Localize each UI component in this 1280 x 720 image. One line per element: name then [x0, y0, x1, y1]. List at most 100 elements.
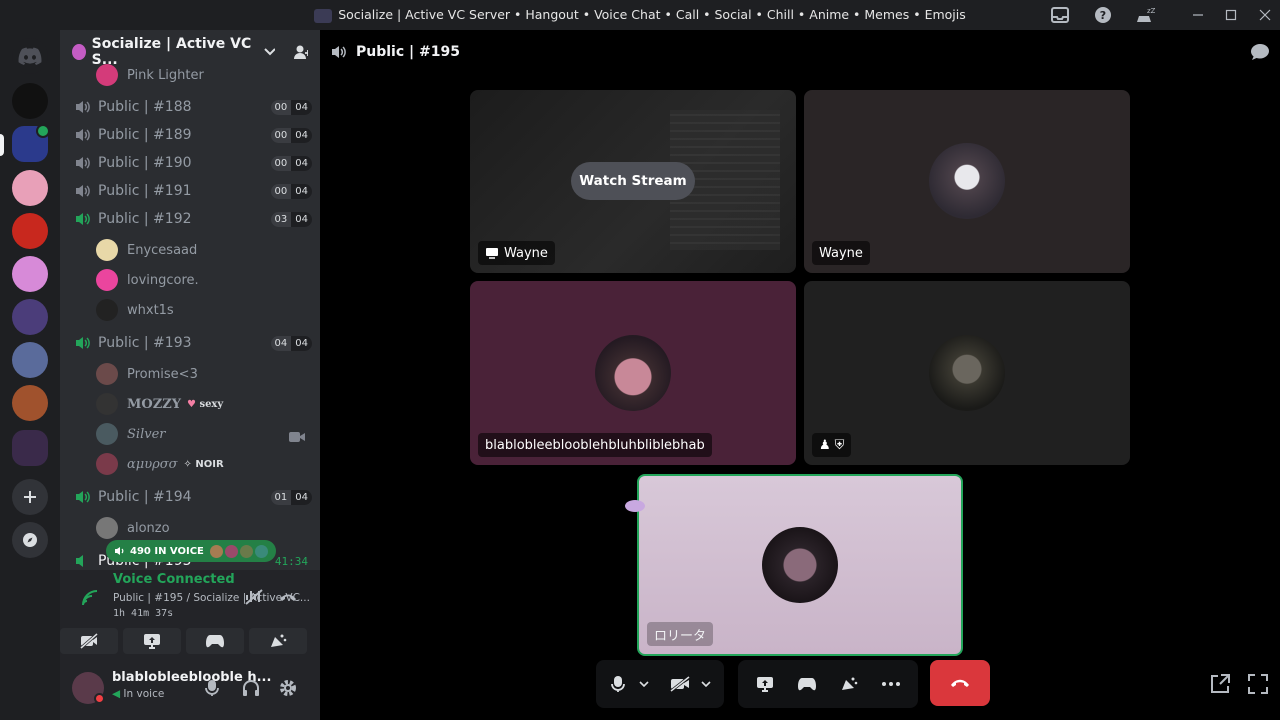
noise-suppression-icon[interactable] [244, 588, 264, 610]
svg-text:?: ? [1100, 9, 1106, 22]
sleep-mode-icon[interactable]: zZ [1130, 0, 1160, 30]
settings-button[interactable] [272, 672, 304, 704]
minimize-icon[interactable] [1183, 0, 1213, 30]
speaker-icon [76, 185, 90, 197]
screen-share-button[interactable] [749, 668, 781, 700]
activities-button[interactable] [791, 668, 823, 700]
screen-share-button[interactable] [123, 628, 181, 654]
voice-channel-194[interactable]: Public | #194 01 04 [68, 485, 312, 509]
voice-status[interactable]: Voice Connected [113, 572, 235, 587]
server-avatar[interactable] [12, 385, 48, 421]
server-folder[interactable] [12, 430, 48, 466]
mic-button[interactable] [196, 672, 228, 704]
soundboard-button[interactable] [249, 628, 307, 654]
headphones-button[interactable] [235, 672, 267, 704]
selected-server-indicator [0, 134, 4, 156]
participant-tile[interactable]: ♟ ⛨ [804, 281, 1130, 465]
voice-user[interactable]: lovingcore. [96, 267, 199, 293]
mic-options-button[interactable] [634, 668, 654, 700]
channel-name: Public | #190 [98, 155, 192, 171]
chevron-down-icon [701, 681, 711, 687]
invite-people-icon[interactable] [293, 44, 308, 60]
activities-button[interactable] [186, 628, 244, 654]
speaking-participant-tile[interactable]: ロリータ [637, 474, 963, 656]
voice-channel-191[interactable]: Public | #191 00 04 [68, 179, 312, 203]
disconnect-icon[interactable] [278, 588, 298, 610]
speaker-badge-icon [36, 124, 50, 138]
participant-tile[interactable]: blablobleeblooblehbluhbliblebhab [470, 281, 796, 465]
explore-icon[interactable] [12, 522, 48, 558]
add-server-icon[interactable] [12, 479, 48, 515]
channel-header: Public | #195 [320, 30, 1280, 74]
server-avatar-socialize[interactable] [12, 124, 50, 162]
voice-user[interactable]: whxt1s [96, 297, 174, 323]
user-count: 00 [270, 99, 292, 115]
server-avatar[interactable] [12, 256, 48, 292]
voice-channel-188[interactable]: Public | #188 00 04 [68, 95, 312, 119]
pop-out-icon[interactable] [1210, 674, 1230, 698]
in-voice-pill[interactable]: 490 IN VOICE [106, 540, 276, 562]
participant-name: blablobleeblooblehbluhbliblebhab [485, 437, 705, 453]
camera-options-button[interactable] [696, 668, 716, 700]
camera-button[interactable] [664, 668, 696, 700]
fullscreen-icon[interactable] [1248, 674, 1268, 698]
server-avatar[interactable] [12, 170, 48, 206]
participant-tile[interactable]: Wayne [804, 90, 1130, 273]
voice-user[interactable]: αμυρσσ ✧ NOIR [96, 451, 224, 477]
speaker-icon [115, 547, 124, 555]
microphone-icon [205, 680, 219, 696]
phone-hangup-icon [951, 679, 969, 687]
soundboard-button[interactable] [833, 668, 865, 700]
maximize-icon[interactable] [1216, 0, 1246, 30]
screen-share-icon [144, 634, 160, 649]
voice-channel-189[interactable]: Public | #189 00 04 [68, 123, 312, 147]
help-icon[interactable]: ? [1088, 0, 1118, 30]
voice-channel-193[interactable]: Public | #193 04 04 [68, 331, 312, 355]
camera-off-button[interactable] [60, 628, 118, 654]
watch-stream-button[interactable]: Watch Stream [571, 162, 695, 200]
user-panel: blablobleeblooble h... ◀ In voice [60, 658, 320, 720]
user-count-badge: 00 04 [270, 155, 312, 171]
microphone-button[interactable] [602, 668, 634, 700]
signal-strength-icon[interactable] [82, 590, 100, 610]
shield-icon: ⛨ [834, 437, 845, 453]
server-avatar[interactable] [12, 299, 48, 335]
voice-user[interactable]: alonzo [96, 515, 170, 541]
svg-text:zZ: zZ [1147, 7, 1155, 15]
user-tag: ♥ sexy [187, 399, 223, 410]
avatar [96, 363, 118, 385]
participant-avatar [762, 527, 838, 603]
tile-label: ♟ ⛨ [812, 433, 852, 457]
channel-name: Public | #194 [98, 489, 192, 505]
voice-user[interactable]: Silver [96, 421, 165, 447]
server-avatar[interactable] [12, 83, 48, 119]
voice-user[interactable]: MOZZY ♥ sexy [96, 391, 223, 417]
voice-user[interactable]: Promise<3 [96, 361, 198, 387]
more-options-button[interactable] [875, 668, 907, 700]
avatar [96, 517, 118, 539]
channel-name: Public | #193 [98, 335, 192, 351]
server-avatar[interactable] [12, 342, 48, 378]
speaker-icon [76, 157, 90, 169]
avatar [96, 423, 118, 445]
user-count-badge: 01 04 [270, 489, 312, 505]
disconnect-button[interactable] [930, 660, 990, 706]
heart-icon: ♥ [186, 398, 196, 410]
inbox-icon[interactable] [1045, 0, 1075, 30]
voice-user[interactable]: Enycesaad [96, 237, 197, 263]
user-limit: 04 [291, 335, 312, 351]
discord-home-icon[interactable] [12, 38, 48, 74]
speaker-active-icon [76, 213, 90, 225]
voice-channel-190[interactable]: Public | #190 00 04 [68, 151, 312, 175]
username: alonzo [127, 520, 170, 536]
voice-channel-192[interactable]: Public | #192 03 04 [68, 207, 312, 231]
stream-tile[interactable]: Watch Stream Wayne [470, 90, 796, 273]
server-avatar[interactable] [12, 213, 48, 249]
chevron-down-icon [639, 681, 649, 687]
close-icon[interactable] [1250, 0, 1280, 30]
voice-user[interactable]: Pink Lighter [96, 62, 204, 88]
chat-icon[interactable] [1250, 43, 1270, 65]
audio-video-controls [596, 660, 724, 708]
user-count-badge: 00 04 [270, 99, 312, 115]
window-title-text: Socialize | Active VC Server • Hangout •… [338, 7, 966, 22]
